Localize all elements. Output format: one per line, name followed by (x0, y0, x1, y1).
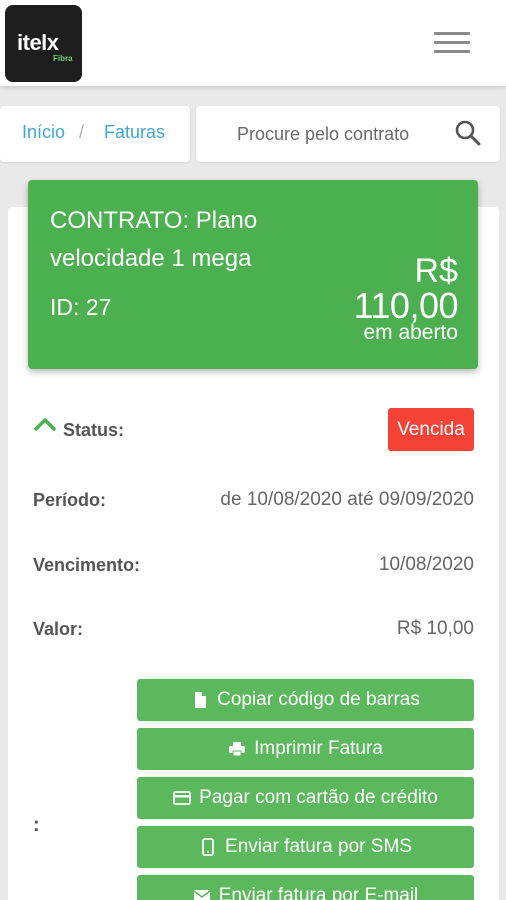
app-logo[interactable]: itelx Fibra (5, 5, 82, 82)
send-sms-label: Enviar fatura por SMS (225, 836, 412, 857)
print-invoice-button[interactable]: Imprimir Fatura (137, 728, 474, 770)
contract-status: em aberto (363, 321, 458, 344)
due-date-label: Vencimento: (33, 555, 141, 575)
send-sms-button[interactable]: Enviar fatura por SMS (137, 826, 474, 868)
breadcrumb-current-link[interactable]: Faturas (104, 122, 165, 143)
contract-title: CONTRATO: Plano velocidade 1 mega (50, 207, 258, 272)
logo-text: itelx (17, 30, 59, 55)
file-icon (195, 692, 207, 708)
actions-label: : (33, 814, 40, 836)
pay-credit-card-label: Pagar com cartão de crédito (199, 787, 438, 808)
status-label: Status: (63, 420, 125, 440)
breadcrumb-home-link[interactable]: Início (22, 122, 65, 143)
search-icon[interactable] (454, 119, 482, 147)
period-value: de 10/08/2020 até 09/09/2020 (220, 489, 474, 510)
copy-barcode-button[interactable]: Copiar código de barras (137, 679, 474, 721)
hamburger-menu-icon[interactable] (434, 30, 472, 54)
status-badge: Vencida (388, 408, 474, 451)
period-label: Período: (33, 490, 107, 510)
credit-card-icon (173, 791, 192, 805)
pay-credit-card-button[interactable]: Pagar com cartão de crédito (137, 777, 474, 819)
top-bar: itelx Fibra (0, 0, 506, 86)
send-email-button[interactable]: Enviar fatura por E-mail (137, 875, 474, 900)
copy-barcode-label: Copiar código de barras (217, 689, 420, 710)
value-label: Valor: (33, 619, 84, 639)
print-invoice-label: Imprimir Fatura (254, 738, 383, 759)
due-date-value: 10/08/2020 (378, 554, 474, 575)
printer-icon (229, 742, 246, 757)
value-amount: R$ 10,00 (396, 618, 474, 639)
logo-subtext: Fibra (53, 54, 73, 63)
send-email-label: Enviar fatura por E-mail (218, 885, 419, 900)
search-input[interactable] (208, 114, 446, 154)
envelope-icon (193, 890, 211, 900)
breadcrumb-separator: / (79, 122, 85, 142)
mobile-icon (202, 838, 214, 856)
chevron-up-icon[interactable] (34, 417, 56, 431)
contract-id: ID: 27 (50, 294, 112, 320)
